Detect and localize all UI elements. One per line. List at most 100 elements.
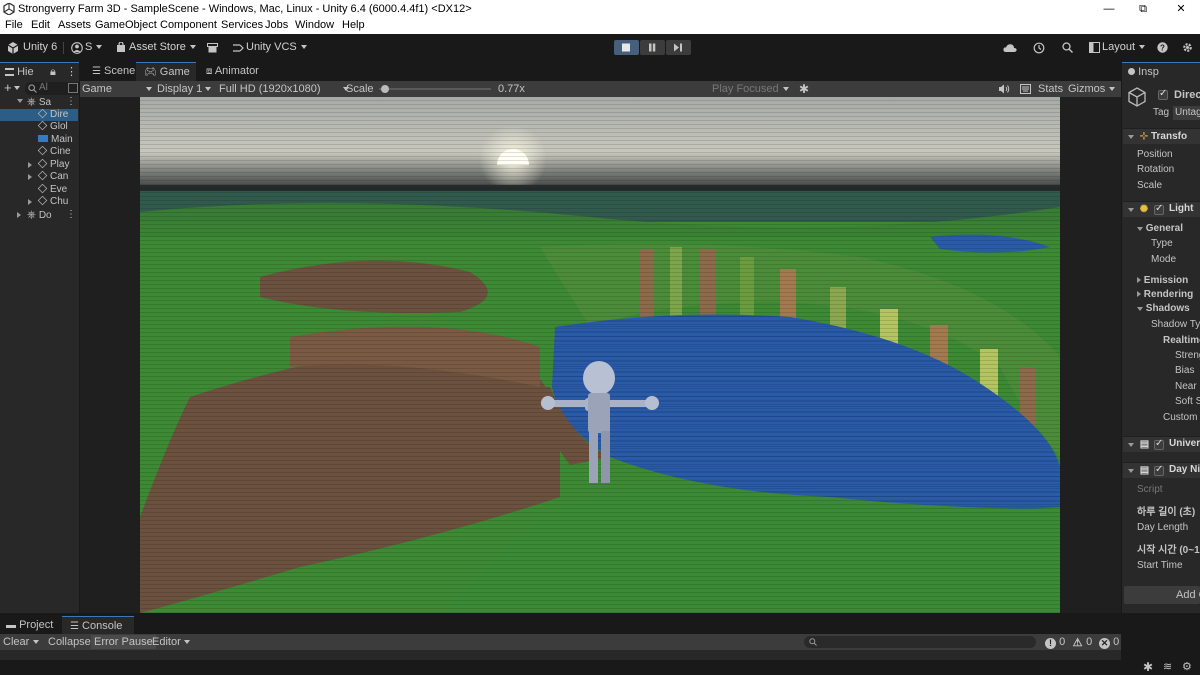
menu-file[interactable]: File (5, 19, 23, 31)
menu-services[interactable]: Services (221, 19, 263, 31)
game-mode-dropdown[interactable]: Game (82, 82, 152, 96)
hierarchy-item[interactable]: Chu (0, 196, 78, 209)
filter-icon[interactable] (68, 83, 78, 93)
hierarchy-item[interactable]: Play (0, 158, 78, 172)
warning-counter[interactable]: ⚠ 0 (1072, 634, 1093, 650)
rendering-foldout[interactable]: Rendering (1137, 288, 1200, 302)
error-counter[interactable]: ✕ 0 (1099, 634, 1119, 650)
expand-arrow-icon (1128, 208, 1134, 212)
hierarchy-item[interactable]: Cine (0, 146, 78, 159)
lock-icon[interactable]: 🔒︎ (50, 63, 56, 82)
general-foldout[interactable]: General (1137, 222, 1200, 236)
transform-header[interactable]: ⊹ Transfo (1123, 128, 1200, 144)
account-dropdown[interactable]: S (85, 40, 104, 55)
tag-dropdown[interactable]: Untag (1173, 106, 1200, 120)
menu-component[interactable]: Component (160, 19, 217, 31)
add-component-button[interactable]: Add C (1124, 586, 1200, 604)
hierarchy-item[interactable]: Main (0, 134, 78, 147)
stack-icon[interactable]: ≋ (1163, 660, 1172, 673)
gameobject-icon (37, 121, 48, 131)
play-button[interactable] (614, 40, 639, 55)
hierarchy-item[interactable]: Glol (0, 121, 78, 134)
kebab-menu-icon[interactable]: ⋮ (66, 96, 76, 109)
tab-scene[interactable]: ☰ Scene (86, 62, 136, 81)
resolution-dropdown[interactable]: Full HD (1920x1080) (219, 82, 349, 96)
debug-icon[interactable]: ✱ (1143, 660, 1153, 674)
shadows-foldout[interactable]: Shadows (1137, 302, 1200, 316)
collapse-arrow-icon[interactable] (28, 174, 32, 180)
collapse-arrow-icon[interactable] (28, 199, 32, 205)
gizmos-dropdown[interactable]: Gizmos (1068, 82, 1116, 96)
menu-assets[interactable]: Assets (58, 19, 91, 31)
folder-icon: ▬ (6, 620, 16, 631)
unity-vcs-dropdown[interactable]: Unity VCS (246, 40, 307, 55)
kebab-menu-icon[interactable]: ⋮ (66, 209, 76, 222)
object-active-checkbox[interactable] (1158, 88, 1168, 100)
asset-store-dropdown[interactable]: Asset Store (129, 40, 196, 55)
help-icon[interactable]: ? (1157, 42, 1168, 53)
emission-label: Emission (1143, 275, 1189, 286)
unity-version-label[interactable]: Unity 6 (23, 40, 57, 55)
collapse-arrow-icon[interactable] (17, 211, 21, 218)
game-render-viewport[interactable] (140, 97, 1060, 613)
collapse-toggle[interactable]: Collapse (48, 635, 91, 649)
emission-foldout[interactable]: Emission (1137, 274, 1200, 288)
menu-edit[interactable]: Edit (31, 19, 50, 31)
play-focused-dropdown[interactable]: Play Focused (712, 82, 789, 96)
tab-console[interactable]: ☰ Console (62, 616, 134, 635)
gamepad-icon: 🎮︎ (144, 67, 157, 78)
light-enabled-checkbox[interactable] (1154, 203, 1164, 215)
tab-game[interactable]: 🎮︎ Game (136, 62, 196, 81)
cloud-icon[interactable] (1003, 43, 1017, 53)
tab-inspector[interactable]: Insp (1122, 62, 1200, 81)
daynight-enabled-checkbox[interactable] (1154, 464, 1164, 476)
console-icon: ☰ (70, 621, 79, 632)
step-button[interactable] (666, 40, 691, 55)
error-pause-toggle[interactable]: Error Pause (91, 635, 156, 649)
log-counter[interactable]: ! 0 (1045, 634, 1065, 650)
menu-help[interactable]: Help (342, 19, 365, 31)
tab-animator[interactable]: ⧈ Animator (200, 62, 270, 81)
menu-gameobject[interactable]: GameObject (95, 19, 157, 31)
hierarchy-item[interactable]: Dire (0, 108, 78, 121)
display-dropdown[interactable]: Display 1 (157, 82, 211, 96)
menu-window[interactable]: Window (295, 19, 334, 31)
bug-icon[interactable]: ✱ (799, 82, 809, 96)
hierarchy-item[interactable]: ⎈ Do ⋮ (0, 209, 78, 222)
clear-dropdown[interactable]: Clear (3, 635, 39, 649)
console-search-field[interactable] (804, 636, 1036, 648)
stats-button[interactable]: Stats (1038, 82, 1063, 96)
collapse-arrow-icon[interactable] (28, 161, 32, 168)
expand-arrow-icon[interactable] (17, 99, 23, 103)
close-button[interactable]: ✕ (1166, 1, 1196, 17)
menu-jobs[interactable]: Jobs (265, 19, 288, 31)
keyboard-icon[interactable] (1020, 84, 1031, 94)
history-icon[interactable] (1033, 42, 1045, 54)
editor-dropdown[interactable]: Editor (152, 635, 190, 649)
maximize-button[interactable]: ⧉ (1128, 1, 1158, 17)
search-icon[interactable] (1062, 42, 1073, 53)
layout-dropdown[interactable]: Layout (1102, 40, 1146, 55)
universal-enabled-checkbox[interactable] (1154, 438, 1164, 450)
add-icon[interactable]: + (4, 80, 12, 95)
hierarchy-search-field[interactable]: Al (25, 82, 79, 95)
hierarchy-item-label: Can (50, 171, 69, 182)
scale-slider-thumb[interactable] (381, 85, 390, 93)
scale-slider[interactable] (379, 85, 491, 93)
hierarchy-item[interactable]: Can (0, 171, 78, 184)
tab-hierarchy[interactable]: Hie 🔒︎ ⋮ (0, 62, 79, 81)
add-dropdown-arrow[interactable] (14, 86, 20, 90)
audio-icon[interactable] (998, 84, 1010, 94)
pause-button[interactable] (640, 40, 665, 55)
object-name-field[interactable]: Direc (1174, 88, 1200, 102)
tab-project[interactable]: ▬ Project (0, 616, 62, 635)
minimize-button[interactable]: — (1094, 1, 1124, 17)
kebab-menu-icon[interactable]: ⋮ (66, 63, 77, 82)
search-placeholder: Al (39, 82, 48, 93)
progress-icon[interactable]: ⚙ (1182, 660, 1192, 673)
settings-icon[interactable] (1182, 42, 1193, 53)
package-icon[interactable] (207, 43, 218, 53)
scene-tab-icon: ☰ (92, 66, 101, 77)
hierarchy-item[interactable]: Eve (0, 183, 78, 197)
hierarchy-item[interactable]: ⎈ Sa ⋮ (0, 96, 78, 109)
